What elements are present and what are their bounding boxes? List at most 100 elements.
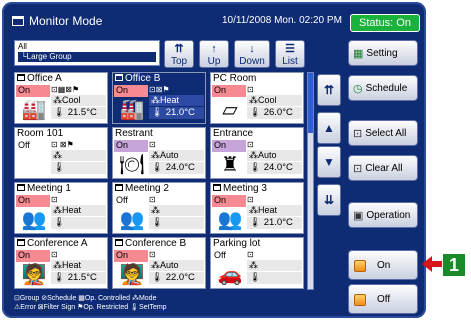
tile-name: Parking lot — [213, 238, 260, 249]
scroll-up-button[interactable]: ▲ — [317, 112, 341, 144]
tile-name: Conference B — [115, 238, 186, 249]
tile-flags: ⊡ — [247, 195, 254, 204]
group-icon — [115, 184, 123, 191]
tile-temp: 🌡 21.0°C — [247, 217, 302, 229]
tile-mode-text: Auto — [160, 260, 179, 270]
tile-temp-text: 26.0°C — [263, 107, 293, 118]
tile-temp: 🌡 21.5°C — [51, 272, 106, 284]
double-up-arrow-icon: ⇈ — [323, 83, 335, 97]
tile-flags: ⊡▦⊠⚑ — [51, 85, 80, 94]
tile-name-text: Room 101 — [17, 128, 64, 139]
tile-name-text: Office A — [27, 73, 62, 84]
tile-flags: ⊡ — [247, 250, 254, 259]
ceiling-unit-icon: ▱ — [222, 99, 238, 121]
tile-name: Meeting 1 — [17, 183, 71, 194]
legend-line-2: ⚠Error ⊠Filter Sign ⚑Op. Restricted 🌡Set… — [14, 304, 167, 311]
tile-temp: 🌡 21.0°C — [149, 107, 204, 119]
scroll-down-button[interactable]: ▼ — [317, 146, 341, 178]
tile-temp: 🌡 21.5°C — [51, 107, 106, 119]
group-icon — [17, 74, 25, 81]
callout-number: 1 — [443, 254, 465, 276]
unit-grid: Office A On ⊡▦⊠⚑ 🏭 ⁂Cool 🌡 21.5°C Office… — [14, 72, 306, 290]
tile-mode-text: Heat — [62, 205, 82, 215]
on-label: On — [377, 260, 391, 271]
operation-button[interactable]: ▣ Operation — [348, 202, 418, 228]
setting-button[interactable]: ▦ Setting — [348, 40, 418, 66]
off-lamp-icon — [354, 294, 366, 306]
tile-temp-text: 21.0°C — [165, 107, 195, 118]
tile-state: On — [16, 195, 50, 207]
tile-name-text: PC Room — [213, 73, 257, 84]
presentation-icon: 🧑‍🏫 — [21, 264, 47, 286]
double-up-arrow-icon: ⇈ — [174, 43, 184, 55]
unit-tile[interactable]: Entrance On ⊡ ♜ ⁂Auto 🌡 24.0°C — [210, 127, 304, 179]
car-icon: 🚗 — [217, 264, 243, 286]
indoor-unit-icon: 🏭 — [119, 99, 145, 121]
tile-mode-text: Heat — [62, 260, 82, 270]
tile-temp: 🌡 — [51, 162, 106, 174]
unit-tile[interactable]: Parking lot Off ⊡ 🚗 ⁂ 🌡 — [210, 237, 304, 289]
group-icon — [17, 184, 25, 191]
tile-mode: ⁂Cool — [247, 95, 302, 106]
unit-tile[interactable]: Meeting 1 On ⊡ 👥 ⁂Heat 🌡 — [14, 182, 108, 234]
tile-mode: ⁂ — [149, 205, 204, 216]
tile-flags: ⊡ — [51, 195, 58, 204]
unit-tile[interactable]: Conference A On ⊡ 🧑‍🏫 ⁂Heat 🌡 21.5°C — [14, 237, 108, 289]
unit-tile[interactable]: Office A On ⊡▦⊠⚑ 🏭 ⁂Cool 🌡 21.5°C — [14, 72, 108, 124]
group-icon — [213, 184, 221, 191]
tile-temp-text: 21.5°C — [67, 107, 97, 118]
list-button[interactable]: ☰ List — [275, 40, 305, 68]
unit-tile[interactable]: Conference B On ⊡ 🧑‍🏫 ⁂Auto 🌡 22.0°C — [112, 237, 206, 289]
unit-tile[interactable]: Meeting 3 On ⊡ 👥 ⁂Heat 🌡 21.0°C — [210, 182, 304, 234]
tile-temp: 🌡 26.0°C — [247, 107, 302, 119]
top-button[interactable]: ⇈ Top — [164, 40, 194, 68]
down-button[interactable]: ↓ Down — [234, 40, 270, 68]
select-all-button[interactable]: ⊡ Select All — [348, 120, 418, 146]
unit-tile[interactable]: Restrant On ⊡ 🍽 ⁂Auto 🌡 24.0°C — [112, 127, 206, 179]
status-badge: Status: On — [350, 14, 420, 32]
tile-state: Off — [16, 140, 50, 152]
tile-name-text: Entrance — [213, 128, 254, 139]
unit-tile[interactable]: Room 101 Off ⊡ ⊠⚑ ⁂ 🌡 — [14, 127, 108, 179]
tile-flags: ⊡ — [247, 85, 254, 94]
tile-name: Meeting 3 — [213, 183, 267, 194]
tile-mode-text: Auto — [258, 150, 277, 160]
tile-state: Off — [114, 195, 148, 207]
tile-temp: 🌡 24.0°C — [149, 162, 204, 174]
clear-all-button[interactable]: ⊡ Clear All — [348, 155, 418, 181]
datetime: 10/11/2008 Mon. 02:20 PM — [222, 15, 342, 26]
tile-name: PC Room — [213, 73, 256, 84]
schedule-button[interactable]: ◷ Schedule — [348, 75, 418, 101]
off-label: Off — [377, 294, 391, 305]
up-arrow-icon: ↑ — [211, 43, 217, 55]
grid-scrollbar[interactable] — [307, 72, 314, 290]
tile-name-text: Conference A — [27, 238, 88, 249]
window-icon — [12, 16, 24, 26]
page-top-button[interactable]: ⇈ — [317, 74, 341, 106]
scrollbar-thumb[interactable] — [308, 73, 313, 133]
on-lamp-icon — [354, 260, 366, 272]
callout-arrow-icon — [422, 256, 442, 272]
tile-mode: ⁂Heat — [247, 205, 302, 216]
tile-mode: ⁂Auto — [149, 150, 204, 161]
lamp-icon: ♜ — [221, 154, 239, 176]
on-button[interactable]: On — [348, 250, 418, 280]
tile-state: On — [212, 85, 246, 97]
tile-mode: ⁂Heat — [51, 205, 106, 216]
down-triangle-icon: ▼ — [323, 155, 335, 169]
tile-mode-text: Cool — [62, 95, 81, 105]
tile-name: Room 101 — [17, 128, 63, 139]
grid-settings-icon: ▦ — [353, 47, 364, 60]
up-button[interactable]: ↑ Up — [199, 40, 229, 68]
tile-name-text: Parking lot — [213, 238, 261, 249]
top-button-label: Top — [170, 56, 188, 67]
schedule-icon: ◷ — [353, 82, 363, 95]
group-selector[interactable]: All └Large Group — [14, 40, 160, 66]
unit-tile[interactable]: Meeting 2 Off ⊡ 👥 ⁂ 🌡 — [112, 182, 206, 234]
page-bottom-button[interactable]: ⇊ — [317, 184, 341, 216]
unit-tile[interactable]: PC Room On ⊡ ▱ ⁂Cool 🌡 26.0°C — [210, 72, 304, 124]
off-button[interactable]: Off — [348, 284, 418, 314]
tile-temp-text: 24.0°C — [165, 162, 195, 173]
tile-state: On — [114, 140, 148, 152]
unit-tile-selected[interactable]: Office B On ⊡⊠⚑ 🏭 ⁂Heat 🌡 21.0°C — [112, 72, 206, 124]
